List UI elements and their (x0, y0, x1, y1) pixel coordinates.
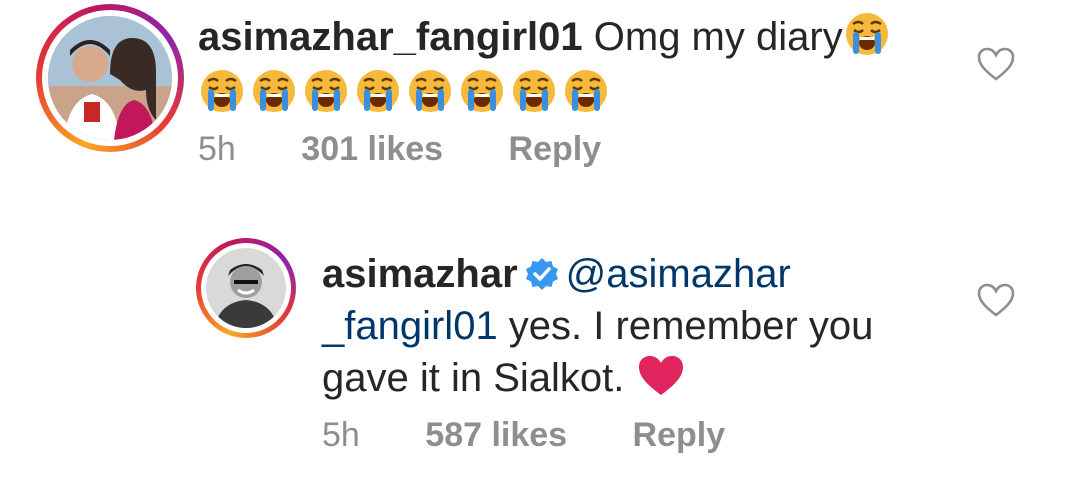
mention-link-continued[interactable]: _fangirl01 (322, 304, 498, 348)
comment-time: 5h (322, 416, 360, 454)
reply-button[interactable]: Reply (633, 416, 726, 454)
likes-count[interactable]: 587 likes (425, 416, 567, 454)
red-heart-emoji (639, 356, 684, 395)
comment-2: asimazhar @asimazhar _fangirl01 yes. I re… (0, 0, 1080, 480)
mention-link[interactable]: @asimazhar (566, 252, 791, 296)
comment-body: asimazhar @asimazhar _fangirl01 yes. I re… (322, 248, 962, 404)
like-heart-icon[interactable] (976, 282, 1016, 318)
avatar-photo (206, 248, 286, 328)
verified-badge-icon (525, 258, 558, 290)
comment-meta: 5h 587 likes Reply (322, 416, 725, 455)
avatar[interactable] (196, 238, 296, 338)
comment-text: yes. I remember you (497, 304, 874, 348)
comment-text-line3: gave it in Sialkot. (322, 356, 625, 400)
comment-username[interactable]: asimazhar (322, 252, 518, 296)
